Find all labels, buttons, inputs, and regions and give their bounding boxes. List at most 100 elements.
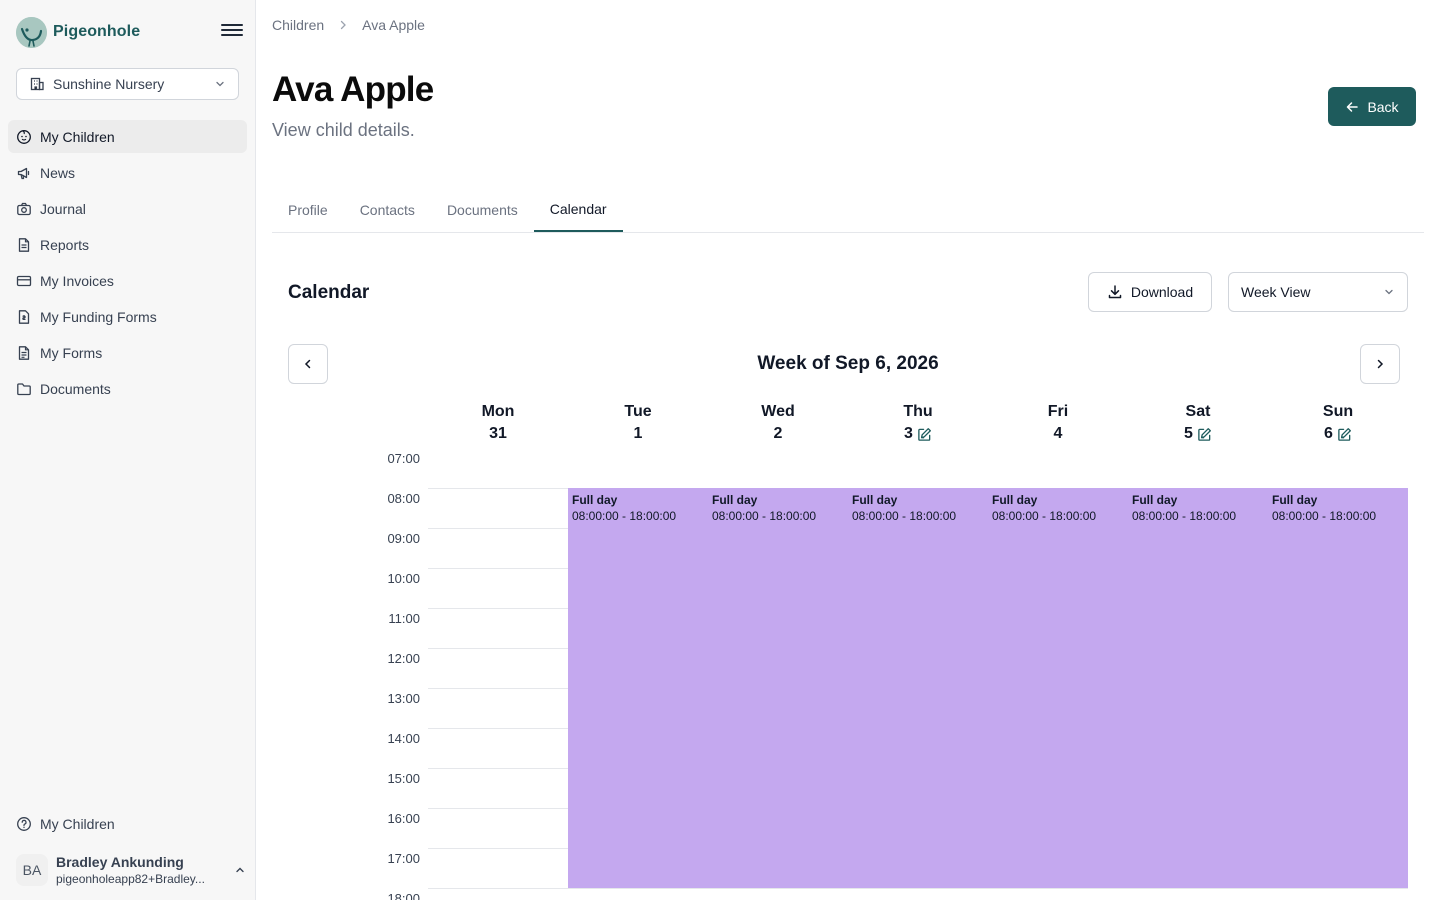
day-header: Tue 1 <box>568 402 708 446</box>
hour-label: 14:00 <box>387 731 420 746</box>
brand-name: Pigeonhole <box>53 23 141 40</box>
tab-bar: Profile Contacts Documents Calendar <box>272 188 1424 233</box>
tab-documents[interactable]: Documents <box>431 188 534 232</box>
brand[interactable]: Pigeonhole <box>16 16 140 48</box>
sidebar-item-label: My Funding Forms <box>40 308 157 325</box>
sidebar-item-my-invoices[interactable]: My Invoices <box>8 264 247 297</box>
hour-label: 08:00 <box>387 491 420 506</box>
event-title: Full day <box>1272 493 1318 507</box>
folder-icon <box>16 381 32 397</box>
megaphone-icon <box>16 165 32 181</box>
download-icon <box>1108 285 1122 299</box>
sidebar-item-documents[interactable]: Documents <box>8 372 247 405</box>
sidebar-item-label: Documents <box>40 380 111 397</box>
download-button[interactable]: Download <box>1088 272 1212 312</box>
week-label-text: Week of Sep 6, 2026 <box>757 353 939 374</box>
sidebar-item-label: My Forms <box>40 344 103 361</box>
day-number-text: 3 <box>904 425 913 442</box>
nursery-name: Sunshine Nursery <box>53 76 165 92</box>
avatar: BA <box>16 854 48 886</box>
calendar-event[interactable]: Full day 08:00:00 - 18:00:00 <box>568 488 708 888</box>
sidebar-item-label: My Invoices <box>40 272 114 289</box>
tab-profile[interactable]: Profile <box>272 188 344 232</box>
event-time: 08:00:00 - 18:00:00 <box>712 509 817 523</box>
breadcrumb-current: Ava Apple <box>362 17 425 33</box>
user-menu[interactable]: BA Bradley Ankunding pigeonholeapp82+Bra… <box>16 850 246 890</box>
day-header: Sat 5 <box>1128 402 1268 446</box>
hour-label: 13:00 <box>387 691 420 706</box>
form-icon <box>16 345 32 361</box>
next-week-button[interactable] <box>1360 344 1400 384</box>
day-header: Mon 31 <box>428 402 568 446</box>
nursery-select[interactable]: Sunshine Nursery <box>16 68 239 100</box>
chevron-left-icon <box>304 359 311 369</box>
day-number: 4 <box>988 422 1128 446</box>
week-label: Week of Sep 6, 2026 <box>256 353 1440 375</box>
hour-line <box>428 888 1408 889</box>
calendar-event[interactable]: Full day 08:00:00 - 18:00:00 <box>988 488 1128 888</box>
day-header: Wed 2 <box>708 402 848 446</box>
event-title: Full day <box>992 493 1038 507</box>
sidebar-item-label: My Children <box>40 128 115 145</box>
tab-contacts[interactable]: Contacts <box>344 188 431 232</box>
day-name: Fri <box>1047 403 1069 420</box>
hamburger-menu-icon[interactable] <box>220 21 244 43</box>
user-name: Bradley Ankunding <box>56 854 184 870</box>
camera-icon <box>16 201 32 217</box>
day-name: Thu <box>903 403 933 420</box>
sidebar-item-journal[interactable]: Journal <box>8 192 247 225</box>
day-number-text: 5 <box>1184 425 1193 442</box>
event-time: 08:00:00 - 18:00:00 <box>1132 509 1237 523</box>
hour-label: 11:00 <box>388 611 420 626</box>
sidebar: Pigeonhole Sunshine Nursery My Children … <box>0 0 256 900</box>
sidebar-item-label: Reports <box>40 236 90 253</box>
week-grid: 07:00 08:00 09:00 10:00 11:00 12:00 13:00 14:00… <box>372 400 1408 900</box>
day-number: 31 <box>428 422 568 446</box>
sidebar-item-my-forms[interactable]: My Forms <box>8 336 247 369</box>
day-header: Sun 6 <box>1268 402 1408 446</box>
event-time: 08:00:00 - 18:00:00 <box>1272 509 1377 523</box>
sidebar-item-my-funding-forms[interactable]: My Funding Forms <box>8 300 247 333</box>
sidebar-item-news[interactable]: News <box>8 156 247 189</box>
day-number-text: 2 <box>773 425 783 442</box>
hour-label: 09:00 <box>387 531 420 546</box>
funding-form-icon <box>16 309 32 325</box>
sidebar-item-label: News <box>40 164 76 181</box>
calendar-event[interactable]: Full day 08:00:00 - 18:00:00 <box>708 488 848 888</box>
day-name: Mon <box>481 403 515 420</box>
page-subtitle: View child details. <box>272 120 415 140</box>
day-name: Sun <box>1322 403 1354 420</box>
sidebar-item-my-children[interactable]: My Children <box>8 120 247 153</box>
event-time: 08:00:00 - 18:00:00 <box>992 509 1097 523</box>
sidebar-help-item[interactable]: My Children <box>8 808 247 840</box>
event-time: 08:00:00 - 18:00:00 <box>852 509 957 523</box>
building-icon <box>30 77 44 91</box>
edit-note-icon[interactable] <box>1197 427 1212 442</box>
help-circle-icon <box>17 817 31 831</box>
day-name: Tue <box>624 403 652 420</box>
chevron-up-icon <box>236 867 244 873</box>
event-time: 08:00:00 - 18:00:00 <box>572 509 677 523</box>
sidebar-item-reports[interactable]: Reports <box>8 228 247 261</box>
pigeonhole-logo-icon <box>16 16 47 48</box>
breadcrumb-children-link[interactable]: Children <box>272 17 324 33</box>
tab-calendar[interactable]: Calendar <box>533 188 623 232</box>
calendar-event[interactable]: Full day 08:00:00 - 18:00:00 <box>848 488 988 888</box>
day-number: 3 <box>848 422 988 446</box>
chevron-right-icon <box>1377 359 1384 369</box>
day-number-text: 31 <box>489 425 507 442</box>
help-item-label: My Children <box>40 816 115 832</box>
day-number-text: 1 <box>633 425 643 442</box>
edit-note-icon[interactable] <box>1337 427 1352 442</box>
calendar-event[interactable]: Full day 08:00:00 - 18:00:00 <box>1128 488 1268 888</box>
view-select[interactable]: Week View <box>1228 272 1408 312</box>
edit-note-icon[interactable] <box>917 427 932 442</box>
prev-week-button[interactable] <box>288 344 328 384</box>
calendar-event[interactable]: Full day 08:00:00 - 18:00:00 <box>1268 488 1408 888</box>
hour-label: 16:00 <box>387 811 420 826</box>
arrow-left-icon <box>1347 101 1359 112</box>
calendar-title: Calendar <box>288 282 370 303</box>
user-email: pigeonholeapp82+Bradley... <box>56 872 205 886</box>
back-button[interactable]: Back <box>1328 87 1416 126</box>
sidebar-nav: My Children News Journal Reports My Invo… <box>8 120 247 408</box>
